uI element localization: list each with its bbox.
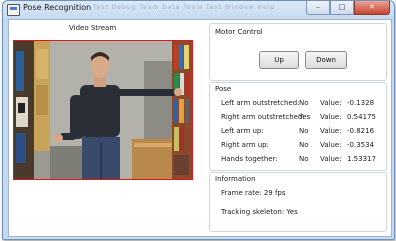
caption-buttons: – □ ✕	[306, 1, 390, 15]
pose-value-label: Value:	[320, 99, 342, 107]
motor-control-group: Motor Control Up Down	[209, 23, 387, 81]
app-icon	[7, 4, 20, 16]
pose-row-value: -0.1328	[347, 99, 375, 107]
pose-value-label: Value:	[320, 113, 342, 121]
title-bar[interactable]: Pose Recognition Test Debug Team Data To…	[3, 1, 394, 18]
window-title: Pose Recognition	[23, 3, 92, 12]
down-button[interactable]: Down	[305, 51, 347, 69]
pose-row-label: Right arm up:	[221, 141, 269, 149]
app-window: Pose Recognition Test Debug Team Data To…	[2, 0, 395, 240]
information-title: Information	[215, 175, 256, 183]
pose-row-state: No	[299, 155, 309, 163]
pose-title: Pose	[215, 85, 232, 93]
video-frame-image	[14, 41, 192, 179]
pose-row-value: -0.8216	[347, 127, 375, 135]
client-area: Video Stream Motor Control Up Down Pose …	[8, 19, 392, 237]
up-button[interactable]: Up	[259, 51, 299, 69]
close-button[interactable]: ✕	[354, 1, 390, 15]
pose-row-label: Hands together:	[221, 155, 278, 163]
pose-row-state: Yes	[299, 113, 311, 121]
maximize-button[interactable]: □	[330, 1, 354, 15]
minimize-button[interactable]: –	[306, 1, 330, 15]
pose-row-label: Right arm outstretched:	[221, 113, 305, 121]
video-stream-label: Video Stream	[69, 24, 117, 32]
background-menu-text: Test Debug Team Data Tools Test Window H…	[93, 4, 276, 11]
video-stream	[13, 40, 193, 180]
motor-control-title: Motor Control	[215, 28, 263, 36]
information-group: Information Frame rate: 29 fps Tracking …	[209, 172, 387, 232]
tracking-skeleton-text: Tracking skeleton: Yes	[221, 208, 298, 216]
pose-row-state: No	[299, 141, 309, 149]
pose-row-value: 0.54175	[347, 113, 376, 121]
pose-row-label: Left arm outstretched:	[221, 99, 300, 107]
pose-row-state: No	[299, 99, 309, 107]
pose-row-state: No	[299, 127, 309, 135]
pose-group: Pose Left arm outstretched: No Value: -0.13…	[209, 82, 387, 171]
pose-row-value: -0.3534	[347, 141, 375, 149]
pose-value-label: Value:	[320, 127, 342, 135]
pose-row-value: 1.53317	[347, 155, 376, 163]
pose-value-label: Value:	[320, 141, 342, 149]
pose-value-label: Value:	[320, 155, 342, 163]
pose-row-label: Left arm up:	[221, 127, 264, 135]
frame-rate-text: Frame rate: 29 fps	[221, 189, 286, 197]
